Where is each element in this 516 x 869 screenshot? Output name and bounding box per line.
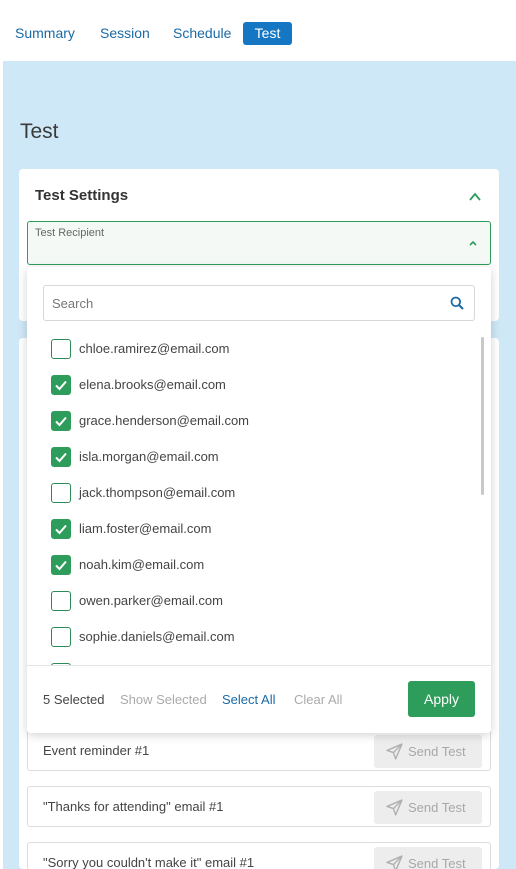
search-input[interactable] xyxy=(44,286,444,320)
recipient-email: liam.foster@email.com xyxy=(79,521,212,536)
send-icon xyxy=(386,855,403,869)
clear-all-link[interactable]: Clear All xyxy=(294,692,342,707)
recipient-option[interactable]: elena.brooks@email.com xyxy=(27,367,467,403)
test-settings-title: Test Settings xyxy=(35,187,129,204)
test-recipient-label: Test Recipient xyxy=(35,227,105,239)
tab-summary[interactable]: Summary xyxy=(7,22,83,45)
recipient-email: owen.parker@email.com xyxy=(79,593,223,608)
checkbox-checked[interactable] xyxy=(51,375,71,395)
recipient-email: grace.henderson@email.com xyxy=(79,413,250,428)
checkmark-icon xyxy=(55,452,67,463)
chevron-up-icon xyxy=(469,240,477,246)
recipient-option[interactable]: noah.kim@email.com xyxy=(27,547,467,583)
scrollbar[interactable] xyxy=(481,337,484,495)
recipient-option[interactable]: grace.henderson@email.com xyxy=(27,403,467,439)
recipient-option[interactable]: chloe.ramirez@email.com xyxy=(27,331,467,367)
selected-count: 5 Selected xyxy=(43,692,105,707)
search-icon[interactable] xyxy=(450,296,464,310)
send-test-button[interactable]: Send Test xyxy=(374,791,482,824)
send-icon xyxy=(386,799,403,816)
recipient-email: chloe.ramirez@email.com xyxy=(79,341,230,356)
email-row: Event reminder #1 Send Test xyxy=(27,730,491,771)
checkbox-checked[interactable] xyxy=(51,411,71,431)
recipient-option[interactable]: jack.thompson@email.com xyxy=(27,475,467,511)
email-row: "Thanks for attending" email #1 Send Tes… xyxy=(27,786,491,827)
recipient-email: sophie.daniels@email.com xyxy=(79,629,235,644)
show-selected-link[interactable]: Show Selected xyxy=(120,692,207,707)
recipient-dropdown: chloe.ramirez@email.com elena.brooks@emai… xyxy=(27,267,491,733)
checkbox-checked[interactable] xyxy=(51,447,71,467)
tab-schedule[interactable]: Schedule xyxy=(165,22,239,45)
checkbox[interactable] xyxy=(51,591,71,611)
send-test-label: Send Test xyxy=(408,800,466,815)
checkmark-icon xyxy=(55,560,67,571)
recipient-email: noah.kim@email.com xyxy=(79,557,205,572)
recipient-option[interactable]: liam.foster@email.com xyxy=(27,511,467,547)
email-row: "Sorry you couldn't make it" email #1 Se… xyxy=(27,842,491,869)
chevron-up-icon[interactable] xyxy=(469,191,481,203)
page-title: Test xyxy=(20,120,59,143)
send-icon xyxy=(386,743,403,760)
recipient-option[interactable]: isla.morgan@email.com xyxy=(27,439,467,475)
email-name: "Thanks for attending" email #1 xyxy=(43,799,224,814)
checkbox[interactable] xyxy=(51,483,71,503)
checkbox-checked[interactable] xyxy=(51,555,71,575)
select-all-link[interactable]: Select All xyxy=(222,692,275,707)
send-test-button[interactable]: Send Test xyxy=(374,847,482,869)
recipient-email: isla.morgan@email.com xyxy=(79,449,219,464)
recipient-email: elena.brooks@email.com xyxy=(79,377,226,392)
checkmark-icon xyxy=(55,380,67,391)
recipient-email: jack.thompson@email.com xyxy=(79,485,236,500)
tab-test[interactable]: Test xyxy=(243,22,292,45)
send-test-label: Send Test xyxy=(408,856,466,869)
tab-session[interactable]: Session xyxy=(92,22,158,45)
search-box xyxy=(43,285,475,321)
apply-button[interactable]: Apply xyxy=(408,681,475,717)
recipient-option[interactable]: owen.parker@email.com xyxy=(27,583,467,619)
email-name: "Sorry you couldn't make it" email #1 xyxy=(43,855,255,869)
recipient-option[interactable]: sophie.daniels@email.com xyxy=(27,619,467,655)
checkmark-icon xyxy=(55,524,67,535)
email-name: Event reminder #1 xyxy=(43,743,150,758)
checkbox[interactable] xyxy=(51,339,71,359)
checkbox-checked[interactable] xyxy=(51,519,71,539)
send-test-label: Send Test xyxy=(408,744,466,759)
recipient-list: chloe.ramirez@email.com elena.brooks@emai… xyxy=(27,331,491,665)
tab-bar: Summary Session Schedule Test xyxy=(0,0,516,61)
dropdown-footer: 5 Selected Show Selected Select All Clea… xyxy=(27,665,491,733)
recipient-option[interactable] xyxy=(27,655,467,665)
checkmark-icon xyxy=(55,416,67,427)
test-recipient-select[interactable]: Test Recipient xyxy=(27,221,491,265)
checkbox[interactable] xyxy=(51,627,71,647)
send-test-button[interactable]: Send Test xyxy=(374,735,482,768)
